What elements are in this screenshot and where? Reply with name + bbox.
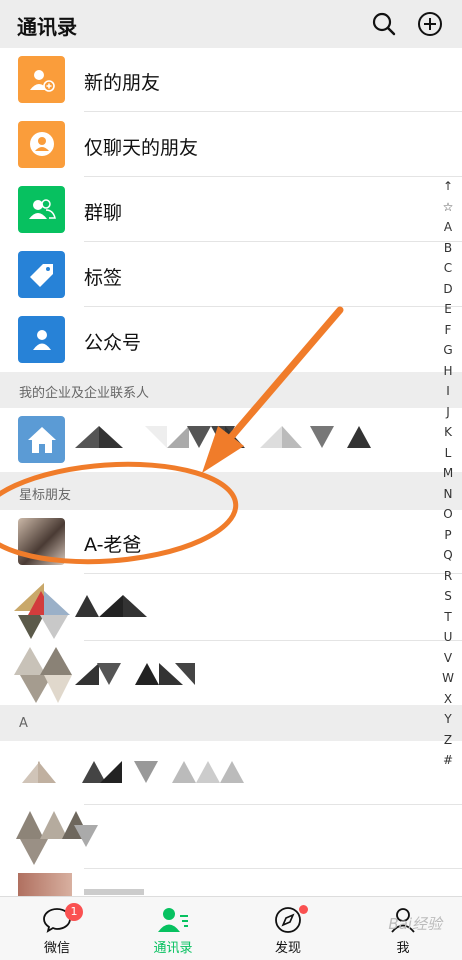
tab-contacts[interactable]: 通讯录 [133,897,213,960]
tab-label: 微信 [43,941,70,956]
avatar [18,873,72,896]
index-letter[interactable]: L [440,443,456,464]
unread-badge: 1 [65,903,83,921]
new-friends-row[interactable]: 新的朋友 [0,48,462,112]
tab-label: 发现 [274,941,301,956]
tag-icon [18,251,65,298]
avatar [16,811,106,865]
index-letter[interactable]: Q [440,545,456,566]
index-letter[interactable]: # [440,750,456,771]
index-letter[interactable]: X [440,689,456,710]
contact-row[interactable] [0,575,462,641]
index-letter[interactable]: W [440,668,456,689]
chat-only-friend-icon [18,121,65,168]
new-friends-label: 新的朋友 [84,72,161,94]
compass-icon [275,907,301,933]
index-letter[interactable]: S [440,586,456,607]
tab-label: 通讯录 [153,941,193,956]
index-letter[interactable]: J [440,402,456,423]
divider [84,573,462,574]
search-icon[interactable] [370,10,398,38]
divider [84,241,462,242]
enterprise-avatar [18,416,65,463]
divider [84,111,462,112]
group-chat-icon [18,186,65,233]
avatar [14,583,74,639]
index-letter[interactable]: K [440,422,456,443]
tags-label: 标签 [84,267,123,289]
index-letter[interactable]: M [440,463,456,484]
contacts-list[interactable]: 新的朋友 仅聊天的朋友 群聊 标签 公众号 我的企业及企业联系人 星标朋友 A-… [0,48,462,896]
tab-discover[interactable]: 发现 [248,897,328,960]
tab-chats[interactable]: 1 微信 [17,897,97,960]
index-letter[interactable]: G [440,340,456,361]
tab-label: 我 [396,941,410,956]
top-bar: 通讯录 [0,0,462,48]
section-header-enterprise: 我的企业及企业联系人 [0,372,462,408]
index-letter[interactable]: D [440,279,456,300]
add-circle-icon[interactable] [416,10,444,38]
alphabet-index[interactable]: ↑ ☆ A B C D E F G H I J K L M N O P Q R S T U V W X Y Z # [440,176,456,771]
index-letter[interactable]: N [440,484,456,505]
blurred-name [22,761,262,783]
index-letter[interactable]: R [440,566,456,587]
blurred-name [84,889,144,895]
section-title: A [19,716,28,731]
index-letter[interactable]: P [440,525,456,546]
blurred-name [75,426,375,450]
index-letter[interactable]: ☆ [440,197,456,218]
index-letter[interactable]: I [440,381,456,402]
contact-row[interactable] [0,741,462,805]
divider [84,176,462,177]
index-letter[interactable]: V [440,648,456,669]
avatar [14,647,74,703]
watermark: Bai经验 [388,915,442,933]
section-header-a: A [0,705,462,741]
official-accounts-row[interactable]: 公众号 [0,308,462,372]
index-letter[interactable]: A [440,217,456,238]
chat-only-friends-row[interactable]: 仅聊天的朋友 [0,113,462,177]
group-chats-label: 群聊 [84,202,123,224]
page-title: 通讯录 [17,15,77,39]
index-letter[interactable]: C [440,258,456,279]
official-account-icon [18,316,65,363]
group-chats-row[interactable]: 群聊 [0,178,462,242]
avatar [18,518,65,565]
index-letter[interactable]: U [440,627,456,648]
blurred-name [75,595,165,617]
contact-row[interactable] [0,641,462,705]
official-accounts-label: 公众号 [84,332,142,354]
contact-row[interactable] [0,869,462,896]
index-letter[interactable]: O [440,504,456,525]
index-letter[interactable]: B [440,238,456,259]
new-friend-icon [18,56,65,103]
section-header-starred: 星标朋友 [0,472,462,510]
contacts-icon [158,908,188,932]
enterprise-contact-row[interactable] [0,408,462,472]
index-letter[interactable]: Y [440,709,456,730]
contact-name: A-老爸 [84,534,142,556]
index-letter[interactable]: F [440,320,456,341]
index-letter[interactable]: T [440,607,456,628]
tags-row[interactable]: 标签 [0,243,462,307]
divider [84,306,462,307]
notification-dot [299,905,308,914]
contact-row-a-dad[interactable]: A-老爸 [0,510,462,574]
index-letter[interactable]: ↑ [440,176,456,197]
contact-row[interactable] [0,805,462,869]
section-title: 星标朋友 [19,488,72,503]
chat-only-friends-label: 仅聊天的朋友 [84,137,199,159]
index-letter[interactable]: E [440,299,456,320]
section-title: 我的企业及企业联系人 [19,386,150,401]
index-letter[interactable]: Z [440,730,456,751]
blurred-name [75,663,205,685]
index-letter[interactable]: H [440,361,456,382]
